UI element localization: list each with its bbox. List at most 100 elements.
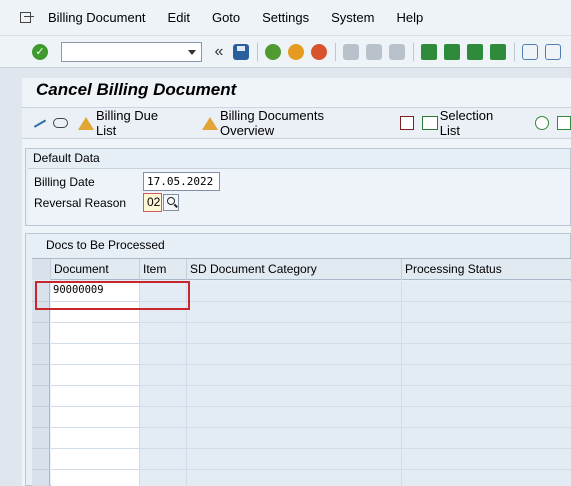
document-cell[interactable]: [51, 428, 140, 449]
edit-pen-icon[interactable]: [30, 114, 47, 128]
document-cell[interactable]: [51, 365, 140, 386]
sd-category-cell[interactable]: [187, 323, 402, 344]
column-header-document[interactable]: Document: [51, 259, 140, 280]
item-cell[interactable]: [140, 407, 187, 428]
item-cell[interactable]: [140, 323, 187, 344]
chevron-down-icon[interactable]: [188, 49, 196, 55]
item-cell[interactable]: [140, 386, 187, 407]
command-field[interactable]: [61, 41, 202, 62]
processing-status-cell[interactable]: [402, 323, 571, 344]
document-cell[interactable]: [51, 470, 140, 486]
processing-status-cell[interactable]: [402, 470, 571, 486]
toolbar-separator: [413, 42, 414, 61]
reversal-reason-field[interactable]: 02: [143, 193, 162, 212]
processing-status-cell[interactable]: [402, 407, 571, 428]
selection-list-button[interactable]: Selection List: [421, 108, 517, 138]
menu-edit[interactable]: Edit: [168, 10, 190, 25]
billing-docs-overview-button[interactable]: Billing Documents Overview: [201, 108, 382, 138]
next-page-icon[interactable]: [467, 43, 483, 60]
sd-category-cell[interactable]: [187, 470, 402, 486]
menu-system[interactable]: System: [331, 10, 374, 25]
row-selector[interactable]: [32, 407, 50, 428]
sd-category-cell[interactable]: [187, 281, 402, 302]
row-selector[interactable]: [32, 449, 50, 470]
toolbar-separator: [257, 42, 258, 61]
grid-add-icon[interactable]: [557, 116, 571, 130]
shortcut-icon[interactable]: [545, 43, 561, 60]
save-icon[interactable]: [233, 43, 249, 60]
execute-clock-icon[interactable]: [535, 116, 550, 130]
menu-billing-document[interactable]: Billing Document: [48, 10, 146, 25]
document-cell[interactable]: [51, 323, 140, 344]
first-page-icon[interactable]: [421, 43, 437, 60]
processing-status-cell[interactable]: [402, 386, 571, 407]
billing-date-field[interactable]: 17.05.2022: [143, 172, 220, 191]
row-selector[interactable]: [32, 365, 50, 386]
billing-due-list-button[interactable]: Billing Due List: [78, 108, 182, 138]
column-header-item[interactable]: Item: [140, 259, 187, 280]
column-header-processing-status[interactable]: Processing Status: [402, 259, 571, 280]
menu-goto[interactable]: Goto: [212, 10, 240, 25]
processing-status-cell[interactable]: [402, 365, 571, 386]
item-cell[interactable]: [140, 365, 187, 386]
mountain-icon: [78, 116, 94, 130]
print-icon[interactable]: [343, 43, 359, 60]
enter-icon[interactable]: ✓: [32, 43, 48, 60]
docs-table-title: Docs to Be Processed: [46, 238, 165, 252]
document-cell[interactable]: [51, 449, 140, 470]
menu-exit-icon[interactable]: [18, 9, 36, 27]
collapse-icon[interactable]: «: [212, 43, 226, 61]
selection-list-label: Selection List: [439, 108, 494, 138]
sd-category-cell[interactable]: [187, 386, 402, 407]
document-cell[interactable]: [51, 386, 140, 407]
standard-toolbar: ✓ «: [0, 36, 571, 68]
selection-list-icon: [421, 116, 438, 130]
row-selector[interactable]: [32, 344, 50, 365]
processing-status-cell[interactable]: [402, 302, 571, 323]
processing-status-cell[interactable]: [402, 281, 571, 302]
reversal-reason-label: Reversal Reason: [34, 196, 127, 210]
billing-due-list-label: Billing Due List: [96, 108, 159, 138]
billing-date-label: Billing Date: [34, 175, 95, 189]
document-cell[interactable]: [51, 344, 140, 365]
toolbar-separator: [335, 42, 336, 61]
processing-status-cell[interactable]: [402, 344, 571, 365]
row-selector[interactable]: [32, 323, 50, 344]
calendar-icon[interactable]: [399, 116, 414, 130]
mountain-icon: [201, 116, 218, 130]
exit-icon[interactable]: [288, 43, 304, 60]
new-session-icon[interactable]: [522, 43, 538, 60]
cancel-icon[interactable]: [311, 43, 327, 60]
select-all-cell[interactable]: [32, 259, 51, 280]
docs-to-be-processed-group: Docs to Be Processed Document Item SD Do…: [25, 233, 571, 486]
column-header-sd-category[interactable]: SD Document Category: [187, 259, 402, 280]
item-cell[interactable]: [140, 428, 187, 449]
sd-category-cell[interactable]: [187, 428, 402, 449]
processing-status-cell[interactable]: [402, 428, 571, 449]
sd-category-cell[interactable]: [187, 365, 402, 386]
item-cell[interactable]: [140, 449, 187, 470]
search-help-button[interactable]: [163, 194, 179, 211]
row-selector[interactable]: [32, 386, 50, 407]
menu-help[interactable]: Help: [396, 10, 423, 25]
sd-category-cell[interactable]: [187, 344, 402, 365]
row-selector[interactable]: [32, 470, 50, 486]
item-cell[interactable]: [140, 344, 187, 365]
toolbar-separator: [514, 42, 515, 61]
find-icon[interactable]: [366, 43, 382, 60]
document-cell[interactable]: [51, 407, 140, 428]
back-icon[interactable]: [265, 43, 281, 60]
processing-status-cell[interactable]: [402, 449, 571, 470]
sd-category-cell[interactable]: [187, 449, 402, 470]
item-cell[interactable]: [140, 470, 187, 486]
page-title: Cancel Billing Document: [36, 80, 237, 99]
last-page-icon[interactable]: [490, 43, 506, 60]
menu-settings[interactable]: Settings: [262, 10, 309, 25]
row-selector[interactable]: [32, 428, 50, 449]
find-next-icon[interactable]: [389, 43, 405, 60]
sd-category-cell[interactable]: [187, 407, 402, 428]
billing-docs-overview-label: Billing Documents Overview: [219, 108, 324, 138]
sd-category-cell[interactable]: [187, 302, 402, 323]
prev-page-icon[interactable]: [444, 43, 460, 60]
display-glasses-icon[interactable]: [53, 118, 68, 128]
